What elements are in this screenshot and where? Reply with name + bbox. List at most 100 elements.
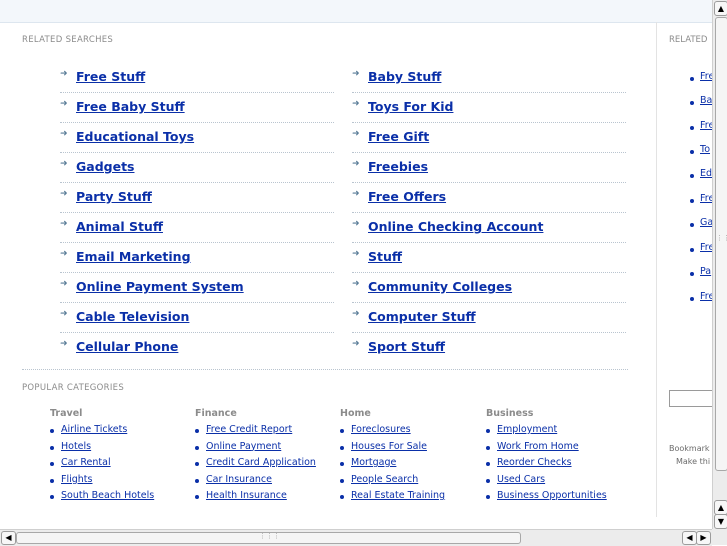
category-link[interactable]: Credit Card Application [206,457,316,468]
category-link[interactable]: Houses For Sale [351,441,427,452]
related-search-item[interactable]: ➜ Stuff [352,243,626,273]
category-link[interactable]: Flights [61,474,92,485]
category-item[interactable]: Credit Card Application [195,456,335,473]
category-link[interactable]: Car Insurance [206,474,272,485]
related-search-item[interactable]: ➜ Free Baby Stuff [60,93,334,123]
related-search-item[interactable]: ➜ Educational Toys [60,123,334,153]
category-link[interactable]: Mortgage [351,457,396,468]
related-search-item[interactable]: ➜ Online Checking Account [352,213,626,243]
related-search-link[interactable]: Stuff [368,249,402,264]
horizontal-scrollbar[interactable]: ◀ ⋮⋮⋮ ◀ ▶ [0,529,712,546]
category-item[interactable]: Used Cars [486,473,636,490]
make-homepage-text[interactable]: Make thi [676,457,710,466]
category-item[interactable]: Foreclosures [340,423,480,440]
related-search-link[interactable]: Email Marketing [76,249,191,264]
category-item[interactable]: Houses For Sale [340,440,480,457]
category-link[interactable]: Employment [497,424,557,435]
related-search-item[interactable]: ➜ Free Gift [352,123,626,153]
related-search-item[interactable]: ➜ Party Stuff [60,183,334,213]
related-search-link[interactable]: Community Colleges [368,279,512,294]
side-related-link[interactable]: Ba [700,95,712,106]
related-search-link[interactable]: Online Payment System [76,279,244,294]
side-panel: RELATED Fre Ba Fre To Ed Fre Ga Fre Pa F… [656,22,713,517]
related-search-item[interactable]: ➜ Animal Stuff [60,213,334,243]
related-search-item[interactable]: ➜ Gadgets [60,153,334,183]
category-item[interactable]: Free Credit Report [195,423,335,440]
category-item[interactable]: Employment [486,423,636,440]
related-search-item[interactable]: ➜ Computer Stuff [352,303,626,333]
category-item[interactable]: Flights [50,473,190,490]
bookmark-text[interactable]: Bookmark [669,444,710,453]
category-link[interactable]: Work From Home [497,441,579,452]
category-link[interactable]: Reorder Checks [497,457,572,468]
scroll-left-arrow-icon[interactable]: ◀ [1,531,16,545]
related-search-link[interactable]: Free Gift [368,129,429,144]
related-search-link[interactable]: Free Offers [368,189,446,204]
category-item[interactable]: Business Opportunities [486,489,636,506]
related-search-item[interactable]: ➜ Baby Stuff [352,63,626,93]
related-search-item[interactable]: ➜ Sport Stuff [352,333,626,362]
related-search-link[interactable]: Free Stuff [76,69,145,84]
category-link[interactable]: Business Opportunities [497,490,607,501]
category-link[interactable]: Car Rental [61,457,111,468]
scroll-up-arrow-icon[interactable]: ▲ [714,1,727,16]
category-item[interactable]: Mortgage [340,456,480,473]
related-search-item[interactable]: ➜ Cable Television [60,303,334,333]
category-item[interactable]: People Search [340,473,480,490]
category-link[interactable]: Free Credit Report [206,424,292,435]
top-band [0,0,712,23]
vertical-scroll-thumb[interactable] [715,17,727,471]
related-searches-title: RELATED SEARCHES [22,35,114,45]
category-link[interactable]: Health Insurance [206,490,287,501]
scroll-left-arrow-icon[interactable]: ◀ [682,531,697,545]
related-search-link[interactable]: Baby Stuff [368,69,441,84]
category-link[interactable]: People Search [351,474,418,485]
related-search-link[interactable]: Cellular Phone [76,339,178,354]
category-item[interactable]: Reorder Checks [486,456,636,473]
related-search-link[interactable]: Computer Stuff [368,309,476,324]
category-link[interactable]: Airline Tickets [61,424,127,435]
category-link[interactable]: Online Payment [206,441,281,452]
category-link[interactable]: Hotels [61,441,91,452]
vertical-scrollbar[interactable]: ▲ ⋮⋮⋮ ▲ ▼ [712,0,727,529]
search-input[interactable] [669,390,713,407]
side-related-link[interactable]: Pa [700,266,711,277]
related-search-link[interactable]: Free Baby Stuff [76,99,185,114]
related-search-link[interactable]: Freebies [368,159,428,174]
category-link[interactable]: Foreclosures [351,424,411,435]
side-related-link[interactable]: Ed [700,168,712,179]
related-search-link[interactable]: Toys For Kid [368,99,453,114]
related-search-link[interactable]: Gadgets [76,159,134,174]
category-item[interactable]: Car Insurance [195,473,335,490]
related-search-item[interactable]: ➜ Free Offers [352,183,626,213]
category-item[interactable]: Airline Tickets [50,423,190,440]
related-search-item[interactable]: ➜ Email Marketing [60,243,334,273]
related-search-item[interactable]: ➜ Community Colleges [352,273,626,303]
related-search-link[interactable]: Sport Stuff [368,339,445,354]
category-item[interactable]: Online Payment [195,440,335,457]
related-search-item[interactable]: ➜ Freebies [352,153,626,183]
related-search-link[interactable]: Animal Stuff [76,219,163,234]
category-item[interactable]: South Beach Hotels [50,489,190,506]
category-item[interactable]: Hotels [50,440,190,457]
category-link[interactable]: Real Estate Training [351,490,445,501]
arrow-right-icon: ➜ [352,129,360,139]
related-search-item[interactable]: ➜ Cellular Phone [60,333,334,362]
category-link[interactable]: South Beach Hotels [61,490,154,501]
category-item[interactable]: Car Rental [50,456,190,473]
related-search-link[interactable]: Cable Television [76,309,189,324]
related-search-link[interactable]: Online Checking Account [368,219,543,234]
scroll-up-arrow-icon[interactable]: ▲ [714,500,727,515]
category-link[interactable]: Used Cars [497,474,545,485]
related-search-item[interactable]: ➜ Toys For Kid [352,93,626,123]
scroll-right-arrow-icon[interactable]: ▶ [696,531,711,545]
related-search-link[interactable]: Educational Toys [76,129,194,144]
related-search-item[interactable]: ➜ Free Stuff [60,63,334,93]
category-item[interactable]: Work From Home [486,440,636,457]
related-search-link[interactable]: Party Stuff [76,189,152,204]
scroll-down-arrow-icon[interactable]: ▼ [714,514,727,529]
side-related-link[interactable]: To [700,144,710,155]
category-item[interactable]: Health Insurance [195,489,335,506]
category-item[interactable]: Real Estate Training [340,489,480,506]
related-search-item[interactable]: ➜ Online Payment System [60,273,334,303]
